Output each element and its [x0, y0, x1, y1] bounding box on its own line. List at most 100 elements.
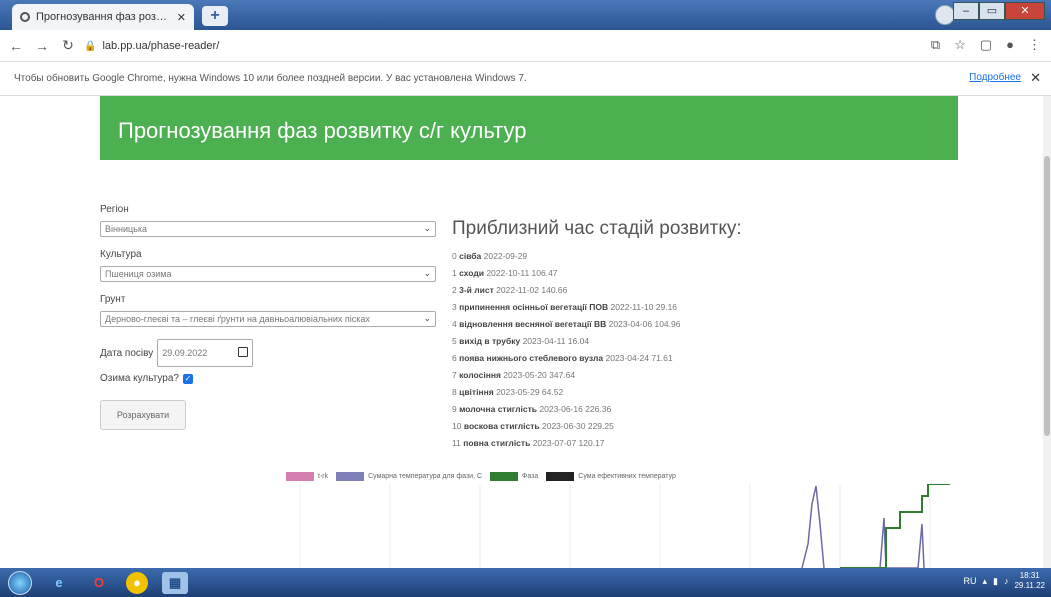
- calculate-button[interactable]: Розрахувати: [100, 400, 186, 430]
- stage-number: 5: [452, 336, 457, 346]
- stage-row: 5 вихід в трубку 2023-04-11 16.04: [452, 333, 972, 350]
- stage-number: 0: [452, 251, 457, 261]
- stage-name: колосіння: [459, 370, 501, 380]
- infobar-details-link[interactable]: Подробнее: [969, 72, 1021, 83]
- stage-value: 2023-04-11 16.04: [522, 336, 590, 346]
- chart-legend: t-rk Сумарна температура для фази, С Фаз…: [286, 472, 684, 481]
- phase-step-line: [840, 484, 950, 568]
- winter-crop-checkbox[interactable]: ✓: [182, 373, 193, 384]
- tray-arrow-icon[interactable]: ▴: [982, 576, 987, 587]
- legend-label-phase: Фаза: [522, 473, 539, 480]
- bookmark-star-icon[interactable]: ☆: [954, 37, 966, 53]
- extension-icon[interactable]: ●: [1006, 37, 1014, 53]
- chevron-down-icon: ⌄: [423, 268, 431, 278]
- opera-icon[interactable]: O: [86, 572, 112, 594]
- clock-time: 18:31: [1019, 571, 1040, 580]
- system-tray: RU ▴ ▮ ♪ 18:31 29.11.22: [963, 571, 1045, 591]
- maximize-button[interactable]: ▭: [979, 2, 1005, 20]
- infobar-close-icon[interactable]: ✕: [1030, 70, 1041, 86]
- legend-swatch-sum-temp: [336, 472, 365, 481]
- close-window-button[interactable]: ✕: [1005, 2, 1045, 20]
- stage-row: 9 молочна стиглість 2023-06-16 226.36: [452, 401, 972, 418]
- stage-number: 7: [452, 370, 457, 380]
- sow-date-input[interactable]: 29.09.2022: [157, 339, 254, 367]
- stage-row: 7 колосіння 2023-05-20 347.64: [452, 367, 972, 384]
- browser-toolbar: ← → ↻ 🔒 lab.pp.ua/phase-reader/ ⧉ ☆ ▢ ● …: [0, 30, 1051, 62]
- menu-dots-icon[interactable]: ⋮: [1028, 37, 1041, 53]
- scrollbar-thumb[interactable]: [1044, 156, 1050, 436]
- stage-row: 0 сівба 2022-09-29: [452, 248, 972, 265]
- stage-row: 6 поява нижнього стеблевого вузла 2023-0…: [452, 350, 972, 367]
- install-app-icon[interactable]: ⧉: [931, 37, 940, 53]
- stage-value: 2023-05-20 347.64: [503, 370, 576, 380]
- region-select[interactable]: Вінницька ⌄: [100, 221, 436, 237]
- page-viewport: Прогнозування фаз розвитку с/г культур Р…: [0, 96, 1051, 568]
- volume-icon[interactable]: ♪: [1004, 576, 1009, 586]
- stage-number: 8: [452, 387, 457, 397]
- browser-tab[interactable]: Прогнозування фаз розвитку с ✕: [12, 4, 194, 30]
- back-icon[interactable]: ←: [6, 38, 26, 54]
- explorer-icon[interactable]: ▦: [162, 571, 188, 594]
- clock-date: 29.11.22: [1014, 581, 1045, 590]
- stage-number: 2: [452, 285, 457, 295]
- soil-label: Грунт: [100, 294, 126, 305]
- chart-gridlines: [299, 484, 931, 568]
- minimize-button[interactable]: –: [953, 2, 979, 20]
- legend-label-sum-temp: Сумарна температура для фази, С: [368, 473, 483, 480]
- ie-icon[interactable]: e: [46, 572, 72, 594]
- soil-select[interactable]: Дерново-глеєві та – глеєві ґрунти на дав…: [100, 311, 436, 327]
- results-heading: Приблизний час стадій розвитку:: [452, 218, 742, 239]
- stage-name: повна стиглість: [463, 438, 531, 448]
- stage-value: 2023-07-07 120.17: [532, 438, 605, 448]
- address-bar[interactable]: 🔒 lab.pp.ua/phase-reader/: [84, 35, 914, 57]
- legend-swatch-phase: [490, 472, 519, 481]
- browser-tabstrip: Прогнозування фаз розвитку с ✕ + – ▭ ✕: [0, 0, 1051, 30]
- tab-close-icon[interactable]: ✕: [177, 11, 186, 24]
- winter-crop-label: Озима культура?: [100, 373, 179, 384]
- chrome-profile-icon[interactable]: [935, 5, 955, 25]
- calendar-icon[interactable]: [238, 347, 249, 357]
- update-infobar: Чтобы обновить Google Chrome, нужна Wind…: [0, 62, 1051, 96]
- crop-label: Культура: [100, 249, 142, 260]
- clock[interactable]: 18:31 29.11.22: [1014, 571, 1045, 591]
- window-controls: – ▭ ✕: [953, 2, 1045, 20]
- stage-number: 10: [452, 421, 462, 431]
- chrome-icon[interactable]: ●: [126, 571, 148, 594]
- stage-name: сходи: [459, 268, 484, 278]
- winter-crop-row: Озима культура? ✓: [100, 373, 440, 384]
- start-button[interactable]: [8, 570, 32, 595]
- stage-value: 2023-06-30 229.25: [542, 421, 614, 431]
- page-title: Прогнозування фаз розвитку с/г культур: [118, 118, 527, 143]
- tab-search-icon[interactable]: ▢: [980, 37, 992, 53]
- site-favicon-icon: [20, 12, 30, 22]
- stage-row: 3 припинення осінньої вегетації ПОВ 2022…: [452, 299, 972, 316]
- page-scrollbar[interactable]: [1043, 96, 1051, 568]
- stage-number: 4: [452, 319, 457, 329]
- stage-row: 11 повна стиглість 2023-07-07 120.17: [452, 435, 972, 452]
- stage-number: 6: [452, 353, 457, 363]
- crop-select[interactable]: Пшениця озима ⌄: [100, 266, 436, 282]
- stage-name: цвітіння: [459, 387, 494, 397]
- language-indicator[interactable]: RU: [963, 576, 976, 586]
- legend-label-trk: t-rk: [318, 473, 329, 480]
- stage-value: 2023-04-24 71.61: [605, 353, 673, 363]
- stage-value: 2023-04-06 104.96: [608, 319, 681, 329]
- stage-number: 1: [452, 268, 457, 278]
- stage-name: воскова стиглість: [463, 421, 540, 431]
- new-tab-button[interactable]: +: [202, 6, 228, 26]
- stage-row: 8 цвітіння 2023-05-29 64.52: [452, 384, 972, 401]
- sow-date-value: 29.09.2022: [162, 348, 208, 358]
- stage-name: молочна стиглість: [459, 404, 538, 414]
- phase-chart: [299, 484, 950, 568]
- sow-date-label: Дата посіву: [100, 347, 154, 359]
- legend-swatch-eff-temp: [546, 472, 575, 481]
- stage-value: 2022-11-02 140.66: [496, 285, 568, 295]
- reload-icon[interactable]: ↻: [58, 37, 78, 54]
- sow-date-row: Дата посіву 29.09.2022: [100, 339, 440, 367]
- network-icon[interactable]: ▮: [993, 576, 998, 587]
- forward-icon[interactable]: →: [32, 38, 52, 54]
- stage-number: 11: [452, 438, 461, 448]
- legend-swatch-trk: [286, 472, 314, 481]
- stage-value: 2022-09-29: [483, 251, 528, 261]
- lock-icon[interactable]: 🔒: [84, 41, 96, 52]
